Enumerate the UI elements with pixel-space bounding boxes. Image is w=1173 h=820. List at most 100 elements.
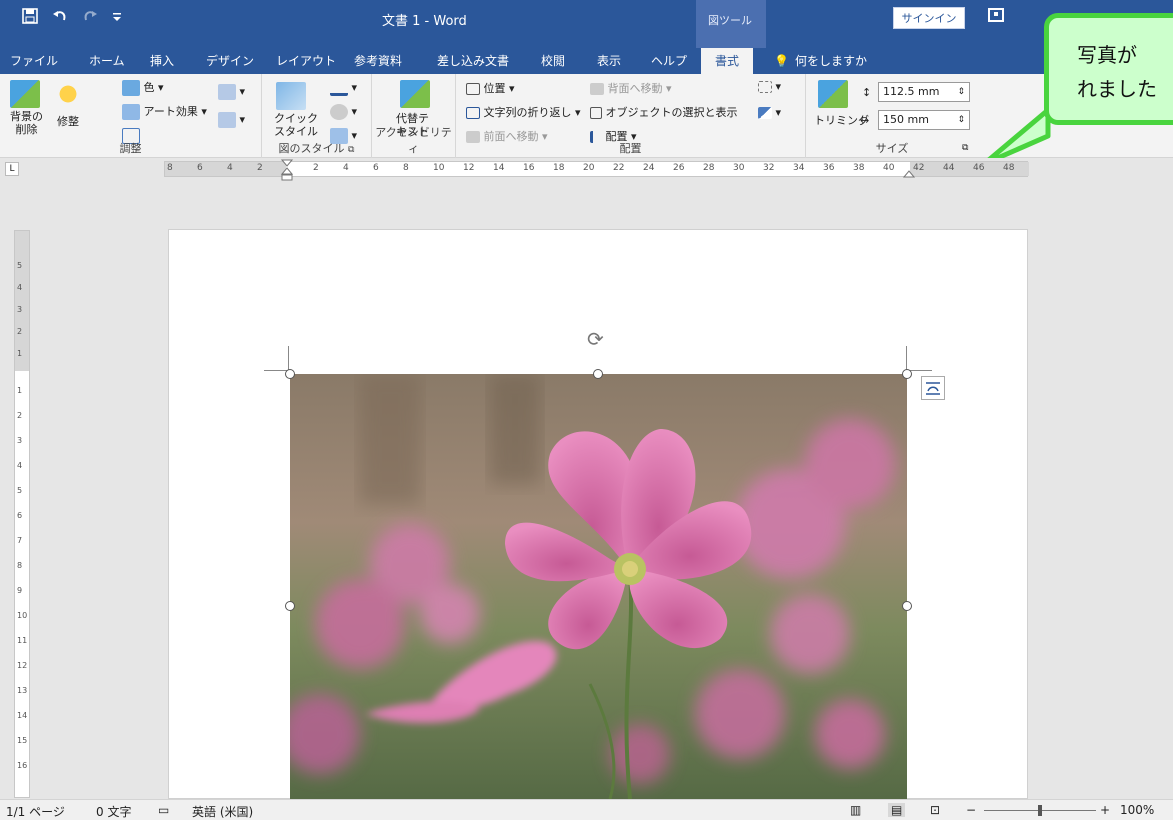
tab-review[interactable]: 校閲 [541, 48, 565, 74]
vertical-ruler[interactable]: 5 4 3 2 1 1 2 3 4 5 6 7 8 9 10 11 12 13 14 15 16 [14, 230, 30, 798]
zoom-out-icon[interactable]: − [966, 803, 976, 817]
ruler-tick: 24 [643, 163, 655, 173]
adjust-group-title: 調整 [119, 142, 142, 155]
artistic-effects-label: アート効果 [143, 105, 198, 118]
resize-handle[interactable] [593, 369, 603, 379]
rotate-handle-icon[interactable]: ⟳ [587, 327, 604, 351]
rotate-icon [758, 107, 772, 119]
corrections-button[interactable]: 修整 [57, 115, 79, 128]
status-bar: 1/1 ページ 0 文字 ▭ 英語 (米国) ▥ ▤ ⊡ − + 100% [0, 799, 1173, 820]
tell-me-search[interactable]: 💡 何をしますか [774, 48, 867, 74]
vruler-tick: 2 [17, 411, 23, 420]
flower-image [290, 374, 907, 799]
read-mode-icon[interactable]: ▥ [850, 803, 861, 817]
resize-handle[interactable] [285, 369, 295, 379]
ruler-tick: 36 [823, 163, 835, 173]
remove-background-button[interactable]: 背景の 削除 [10, 110, 43, 136]
ribbon-display-icon[interactable] [988, 8, 1004, 22]
tab-mailings[interactable]: 差し込み文書 [437, 48, 509, 74]
tab-home[interactable]: ホーム [89, 48, 125, 74]
group-objects-button[interactable]: ▾ [758, 80, 781, 93]
tab-layout[interactable]: レイアウト [276, 48, 336, 74]
selection-pane-icon [590, 107, 602, 119]
page-count[interactable]: 1/1 ページ [6, 803, 65, 820]
vruler-tick: 11 [17, 636, 28, 645]
width-spinner-icon[interactable]: ⇕ [957, 111, 965, 129]
tab-insert[interactable]: 挿入 [150, 48, 174, 74]
crop-mark [264, 370, 288, 371]
resize-handle[interactable] [902, 601, 912, 611]
zoom-level[interactable]: 100% [1120, 803, 1154, 817]
resize-handle[interactable] [902, 369, 912, 379]
customize-icon[interactable] [112, 8, 122, 28]
color-button[interactable]: 色 ▾ [122, 80, 164, 96]
tab-design[interactable]: デザイン [206, 48, 254, 74]
crop-mark [906, 346, 907, 370]
artistic-effects-button[interactable]: アート効果 ▾ [122, 104, 207, 120]
height-spinner-icon[interactable]: ⇕ [957, 83, 965, 101]
vruler-tick: 3 [17, 436, 23, 445]
dialog-launcher-icon[interactable]: ⧉ [348, 145, 354, 155]
signin-button[interactable]: サインイン [893, 7, 965, 29]
vruler-tick: 6 [17, 511, 23, 520]
vruler-tick: 3 [17, 305, 23, 314]
ruler-tick: 6 [373, 163, 379, 173]
quick-styles-button[interactable]: クイック スタイル [274, 112, 318, 138]
word-count[interactable]: 0 文字 [96, 803, 131, 820]
indent-marker-icon[interactable] [281, 159, 293, 181]
layout-options-button[interactable] [921, 376, 945, 400]
picture-tools-context: 図ツール [696, 0, 766, 48]
redo-icon[interactable] [82, 8, 98, 28]
size-dialog-launcher-icon[interactable]: ⧉ [962, 142, 968, 155]
position-icon [466, 83, 480, 95]
wrap-text-button[interactable]: 文字列の折り返し ▾ [466, 106, 581, 119]
picture-border-button[interactable]: ▾ [330, 80, 357, 96]
selection-pane-button[interactable]: オブジェクトの選択と表示 [590, 106, 738, 119]
proofing-icon[interactable]: ▭ [158, 803, 169, 817]
change-picture-button[interactable]: ▾ [218, 84, 245, 100]
corrections-icon[interactable] [53, 80, 83, 108]
quick-styles-icon[interactable] [276, 82, 306, 110]
width-input[interactable]: 150 mm ⇕ [878, 110, 970, 130]
zoom-slider-thumb[interactable] [1038, 805, 1042, 816]
send-backward-label: 背面へ移動 [607, 82, 663, 95]
tab-selector[interactable]: L [5, 162, 19, 176]
ruler-tick: 8 [167, 163, 173, 173]
send-backward-button[interactable]: 背面へ移動 ▾ [590, 82, 672, 95]
zoom-in-icon[interactable]: + [1100, 803, 1110, 817]
artistic-effects-icon [122, 104, 140, 120]
web-layout-icon[interactable]: ⊡ [930, 803, 940, 817]
ruler-tick: 18 [553, 163, 565, 173]
height-input[interactable]: 112.5 mm ⇕ [878, 82, 970, 102]
position-button[interactable]: 位置 ▾ [466, 82, 515, 95]
flower-photo[interactable] [290, 374, 907, 799]
wrap-text-icon [466, 107, 480, 119]
picture-effects-button[interactable]: ▾ [330, 104, 357, 120]
styles-title-label: 図のスタイル [278, 142, 345, 155]
undo-icon[interactable] [52, 8, 68, 28]
ruler-tick: 8 [403, 163, 409, 173]
tab-file[interactable]: ファイル [10, 48, 58, 74]
change-picture-icon [218, 84, 236, 100]
save-icon[interactable] [22, 8, 38, 28]
tab-references[interactable]: 参考資料 [354, 48, 402, 74]
alt-text-icon[interactable] [400, 80, 430, 108]
ruler-tick: 20 [583, 163, 595, 173]
crop-icon[interactable] [818, 80, 848, 108]
tab-view[interactable]: 表示 [597, 48, 621, 74]
horizontal-ruler[interactable]: 8 6 4 2 2 4 6 8 10 12 14 16 18 20 22 24 26 28 30 32 34 36 38 40… [164, 159, 1029, 181]
remove-background-icon[interactable] [10, 80, 40, 108]
reset-picture-icon [218, 112, 236, 128]
ruler-tick: 12 [463, 163, 475, 173]
reset-picture-button[interactable]: ▾ [218, 112, 245, 128]
tab-help[interactable]: ヘルプ [651, 48, 687, 74]
print-layout-icon[interactable]: ▤ [888, 803, 906, 817]
rotate-button[interactable]: ▾ [758, 106, 781, 119]
language-indicator[interactable]: 英語 (米国) [192, 803, 253, 820]
position-label: 位置 [483, 82, 506, 95]
resize-handle[interactable] [285, 601, 295, 611]
right-indent-marker-icon[interactable] [903, 168, 915, 178]
tab-format[interactable]: 書式 [701, 48, 754, 74]
height-value: 112.5 mm [883, 85, 940, 98]
ruler-tick: 4 [343, 163, 349, 173]
